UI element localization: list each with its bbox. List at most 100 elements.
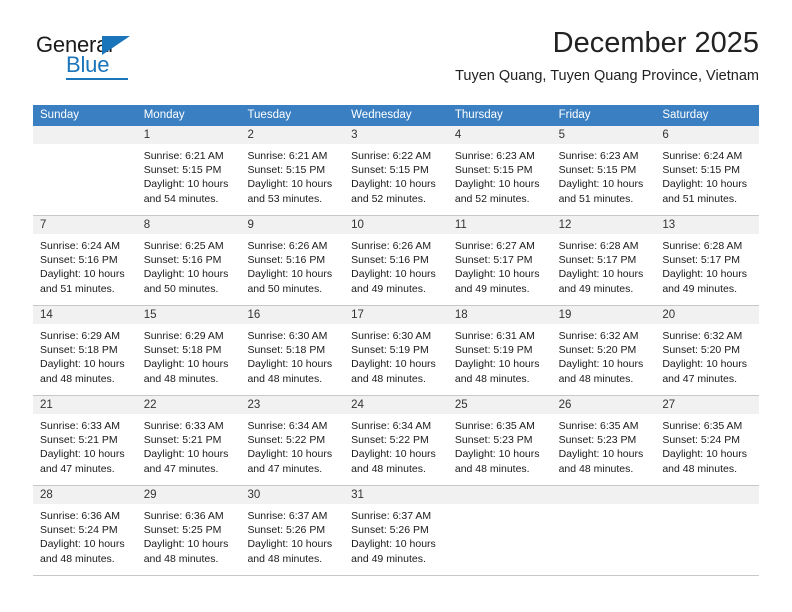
calendar-day-cell[interactable]: 25 Sunrise: 6:35 AM Sunset: 5:23 PM Dayligh… xyxy=(447,396,552,485)
calendar-day-cell[interactable]: 14 Sunrise: 6:29 AM Sunset: 5:18 PM Dayligh… xyxy=(33,306,137,395)
day-number-band: 25 xyxy=(447,396,552,414)
day-detail-line: Daylight: 10 hours xyxy=(351,268,436,281)
day-detail-line: and 47 minutes. xyxy=(143,462,219,475)
day-detail-line: and 47 minutes. xyxy=(662,372,738,385)
day-detail-line: and 50 minutes. xyxy=(143,282,219,295)
calendar-day-cell[interactable]: 1 Sunrise: 6:21 AM Sunset: 5:15 PM Daylight… xyxy=(136,126,241,215)
day-number-band: 6 xyxy=(655,126,760,144)
day-number: 14 xyxy=(40,309,53,321)
calendar-day-cell[interactable]: 4 Sunrise: 6:23 AM Sunset: 5:15 PM Daylight… xyxy=(447,126,552,215)
day-detail-line: Sunset: 5:20 PM xyxy=(662,344,740,357)
calendar-day-cell[interactable]: 13 Sunrise: 6:28 AM Sunset: 5:17 PM Dayligh… xyxy=(655,216,760,305)
calendar-day-cell[interactable]: 7 Sunrise: 6:24 AM Sunset: 5:16 PM Daylight… xyxy=(33,216,137,305)
day-detail-line: Sunset: 5:16 PM xyxy=(40,254,118,267)
day-number: 30 xyxy=(247,489,261,501)
day-detail-line: Sunset: 5:23 PM xyxy=(558,434,637,447)
calendar-day-cell[interactable]: 17 Sunrise: 6:30 AM Sunset: 5:19 PM Dayligh… xyxy=(344,306,448,395)
day-details xyxy=(448,504,552,509)
day-detail-line: Daylight: 10 hours xyxy=(558,178,644,191)
day-detail-line: Sunset: 5:15 PM xyxy=(351,164,429,177)
calendar-day-cell-empty xyxy=(33,126,137,215)
calendar-day-cell[interactable]: 11 Sunrise: 6:27 AM Sunset: 5:17 PM Dayligh… xyxy=(447,216,552,305)
day-number-band xyxy=(447,486,552,504)
day-detail-line: Daylight: 10 hours xyxy=(662,448,747,461)
calendar-day-cell-empty xyxy=(551,486,656,575)
calendar-day-cell[interactable]: 15 Sunrise: 6:29 AM Sunset: 5:18 PM Dayligh… xyxy=(136,306,241,395)
calendar-day-cell[interactable]: 5 Sunrise: 6:23 AM Sunset: 5:15 PM Daylight… xyxy=(551,126,656,215)
calendar-day-cell[interactable]: 3 Sunrise: 6:22 AM Sunset: 5:15 PM Daylight… xyxy=(344,126,448,215)
calendar-day-cell[interactable]: 12 Sunrise: 6:28 AM Sunset: 5:17 PM Dayligh… xyxy=(551,216,656,305)
day-number: 10 xyxy=(351,219,364,231)
day-detail-line: and 48 minutes. xyxy=(40,552,115,565)
calendar-day-cell[interactable]: 9 Sunrise: 6:26 AM Sunset: 5:16 PM Daylight… xyxy=(240,216,345,305)
weekday-header-row: Sunday Monday Tuesday Wednesday Thursday Frid… xyxy=(33,105,759,126)
day-detail-line: Daylight: 10 hours xyxy=(454,358,540,371)
calendar-grid: Sunday Monday Tuesday Wednesday Thursday Frid… xyxy=(33,105,760,576)
day-detail-line: Sunset: 5:22 PM xyxy=(247,434,326,447)
day-details: Sunrise: 6:25 AM Sunset: 5:16 PM Daylight:… xyxy=(137,234,241,296)
calendar-day-cell[interactable]: 20 Sunrise: 6:32 AM Sunset: 5:20 PM Dayligh… xyxy=(655,306,760,395)
day-number-band: 24 xyxy=(344,396,448,414)
day-number-band: 7 xyxy=(33,216,137,234)
day-details: Sunrise: 6:34 AM Sunset: 5:22 PM Daylight:… xyxy=(344,414,448,476)
calendar-day-cell[interactable]: 27 Sunrise: 6:35 AM Sunset: 5:24 PM Dayligh… xyxy=(655,396,760,485)
calendar-day-cell[interactable]: 16 Sunrise: 6:30 AM Sunset: 5:18 PM Dayligh… xyxy=(240,306,345,395)
day-number-band: 20 xyxy=(655,306,760,324)
day-number-band: 5 xyxy=(551,126,656,144)
day-detail-line: Sunset: 5:19 PM xyxy=(454,344,533,357)
day-number-band: 10 xyxy=(344,216,448,234)
page-subtitle: Tuyen Quang, Tuyen Quang Province, Vietn… xyxy=(455,68,759,84)
day-detail-line: and 53 minutes. xyxy=(247,192,323,205)
calendar-day-cell[interactable]: 30 Sunrise: 6:37 AM Sunset: 5:26 PM Dayligh… xyxy=(240,486,345,575)
calendar-day-cell[interactable]: 31 Sunrise: 6:37 AM Sunset: 5:26 PM Dayligh… xyxy=(344,486,448,575)
day-detail-line: and 49 minutes. xyxy=(558,282,634,295)
logo-text-blue: Blue xyxy=(66,52,110,77)
weekday-header-saturday: Saturday xyxy=(662,109,709,121)
calendar-day-cell[interactable]: 21 Sunrise: 6:33 AM Sunset: 5:21 PM Dayligh… xyxy=(33,396,137,485)
day-detail-line: and 48 minutes. xyxy=(454,462,530,475)
calendar-day-cell[interactable]: 18 Sunrise: 6:31 AM Sunset: 5:19 PM Dayligh… xyxy=(447,306,552,395)
day-detail-line: and 47 minutes. xyxy=(247,462,323,475)
calendar-day-cell[interactable]: 2 Sunrise: 6:21 AM Sunset: 5:15 PM Daylight… xyxy=(240,126,345,215)
weekday-header-friday: Friday xyxy=(558,109,591,121)
calendar-day-cell[interactable]: 23 Sunrise: 6:34 AM Sunset: 5:22 PM Dayligh… xyxy=(240,396,345,485)
day-detail-line: Sunrise: 6:22 AM xyxy=(351,150,432,162)
logo-underline xyxy=(66,78,128,80)
day-number: 19 xyxy=(558,309,572,321)
calendar-day-cell[interactable]: 6 Sunrise: 6:24 AM Sunset: 5:15 PM Daylight… xyxy=(655,126,760,215)
day-details xyxy=(552,504,656,509)
day-number: 6 xyxy=(662,129,669,141)
day-detail-line: and 48 minutes. xyxy=(143,372,219,385)
day-number-band xyxy=(551,486,656,504)
day-details: Sunrise: 6:37 AM Sunset: 5:26 PM Daylight:… xyxy=(344,504,448,566)
day-detail-line: Daylight: 10 hours xyxy=(351,448,436,461)
day-number-band: 30 xyxy=(240,486,345,504)
calendar-day-cell[interactable]: 29 Sunrise: 6:36 AM Sunset: 5:25 PM Dayligh… xyxy=(136,486,241,575)
day-detail-line: Sunrise: 6:29 AM xyxy=(40,330,120,342)
day-detail-line: Daylight: 10 hours xyxy=(662,358,747,371)
day-detail-line: Daylight: 10 hours xyxy=(351,178,436,191)
generalblue-logo[interactable]: General Blue xyxy=(33,34,193,90)
calendar-day-cell[interactable]: 10 Sunrise: 6:26 AM Sunset: 5:16 PM Dayligh… xyxy=(344,216,448,305)
day-number-band: 21 xyxy=(33,396,137,414)
day-number-band: 26 xyxy=(551,396,656,414)
day-number: 29 xyxy=(143,489,157,501)
calendar-day-cell[interactable]: 8 Sunrise: 6:25 AM Sunset: 5:16 PM Daylight… xyxy=(136,216,241,305)
day-number: 18 xyxy=(454,309,468,321)
weekday-header-thursday: Thursday xyxy=(454,109,503,121)
day-details: Sunrise: 6:32 AM Sunset: 5:20 PM Daylight:… xyxy=(655,324,759,386)
day-detail-line: Sunrise: 6:34 AM xyxy=(247,420,328,432)
calendar-day-cell[interactable]: 22 Sunrise: 6:33 AM Sunset: 5:21 PM Dayligh… xyxy=(136,396,241,485)
calendar-day-cell[interactable]: 26 Sunrise: 6:35 AM Sunset: 5:23 PM Dayligh… xyxy=(551,396,656,485)
calendar-day-cell[interactable]: 28 Sunrise: 6:36 AM Sunset: 5:24 PM Dayligh… xyxy=(33,486,137,575)
calendar-day-cell-empty xyxy=(655,486,760,575)
day-details: Sunrise: 6:36 AM Sunset: 5:25 PM Daylight:… xyxy=(137,504,241,566)
day-number: 1 xyxy=(143,129,151,141)
day-detail-line: Daylight: 10 hours xyxy=(40,358,125,371)
calendar-day-cell[interactable]: 19 Sunrise: 6:32 AM Sunset: 5:20 PM Dayligh… xyxy=(551,306,656,395)
calendar-page: General Blue December 2025 Tuyen Quang, … xyxy=(0,0,792,612)
day-details: Sunrise: 6:34 AM Sunset: 5:22 PM Daylight:… xyxy=(240,414,344,476)
calendar-weeks: 1 Sunrise: 6:21 AM Sunset: 5:15 PM Daylight… xyxy=(33,126,760,576)
calendar-day-cell[interactable]: 24 Sunrise: 6:34 AM Sunset: 5:22 PM Dayligh… xyxy=(344,396,448,485)
day-detail-line: and 48 minutes. xyxy=(351,462,426,475)
